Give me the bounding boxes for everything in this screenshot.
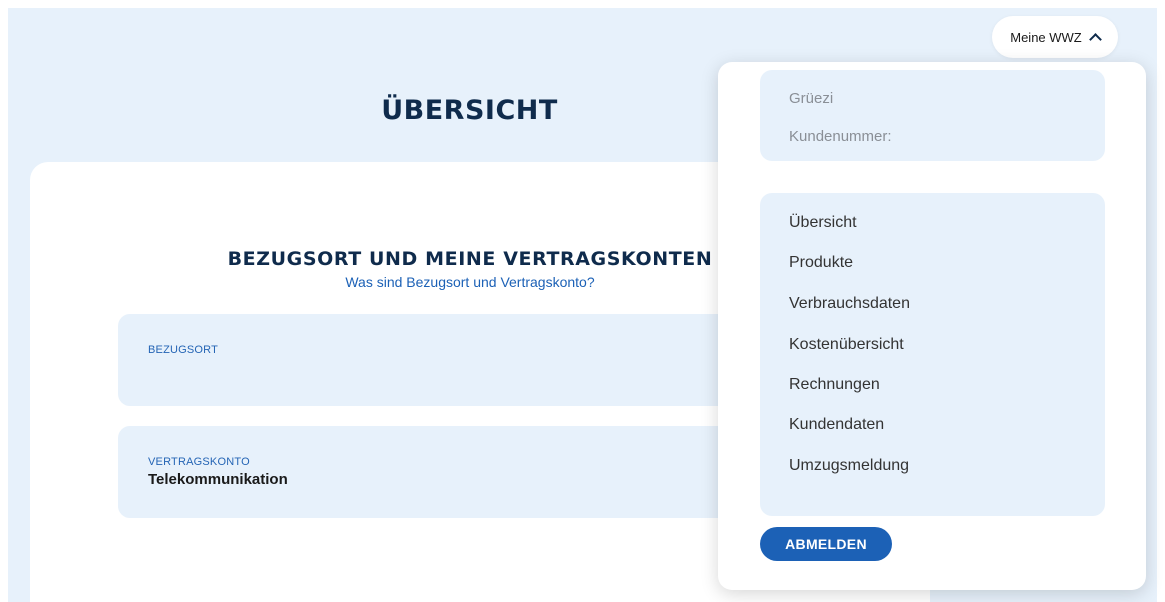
- menu-item-kundendaten[interactable]: Kundendaten: [789, 416, 884, 434]
- account-menu-label: Meine WWZ: [1010, 29, 1082, 45]
- menu-item-umzugsmeldung[interactable]: Umzugsmeldung: [789, 457, 909, 475]
- account-dropdown: Grüezi Kundenummer: Übersicht Produkte V…: [718, 62, 1146, 590]
- account-menu-toggle[interactable]: Meine WWZ: [992, 16, 1118, 58]
- vertragskonto-value: Telekommunikation: [148, 471, 288, 488]
- greeting-text: Grüezi: [789, 90, 834, 107]
- chevron-up-icon: [1088, 33, 1102, 46]
- greeting-box: Grüezi Kundenummer:: [760, 70, 1105, 161]
- dropdown-menu: Übersicht Produkte Verbrauchsdaten Koste…: [760, 193, 1105, 516]
- logout-button[interactable]: ABMELDEN: [760, 527, 892, 561]
- menu-item-uebersicht[interactable]: Übersicht: [789, 214, 857, 232]
- menu-item-rechnungen[interactable]: Rechnungen: [789, 376, 880, 394]
- bezugsort-label: BEZUGSORT: [148, 344, 219, 356]
- customer-number-label: Kundenummer:: [789, 128, 892, 145]
- vertragskonto-label: VERTRAGSKONTO: [148, 456, 250, 468]
- menu-item-kostenuebersicht[interactable]: Kostenübersicht: [789, 336, 904, 354]
- menu-item-produkte[interactable]: Produkte: [789, 254, 853, 272]
- menu-item-verbrauchsdaten[interactable]: Verbrauchsdaten: [789, 295, 910, 313]
